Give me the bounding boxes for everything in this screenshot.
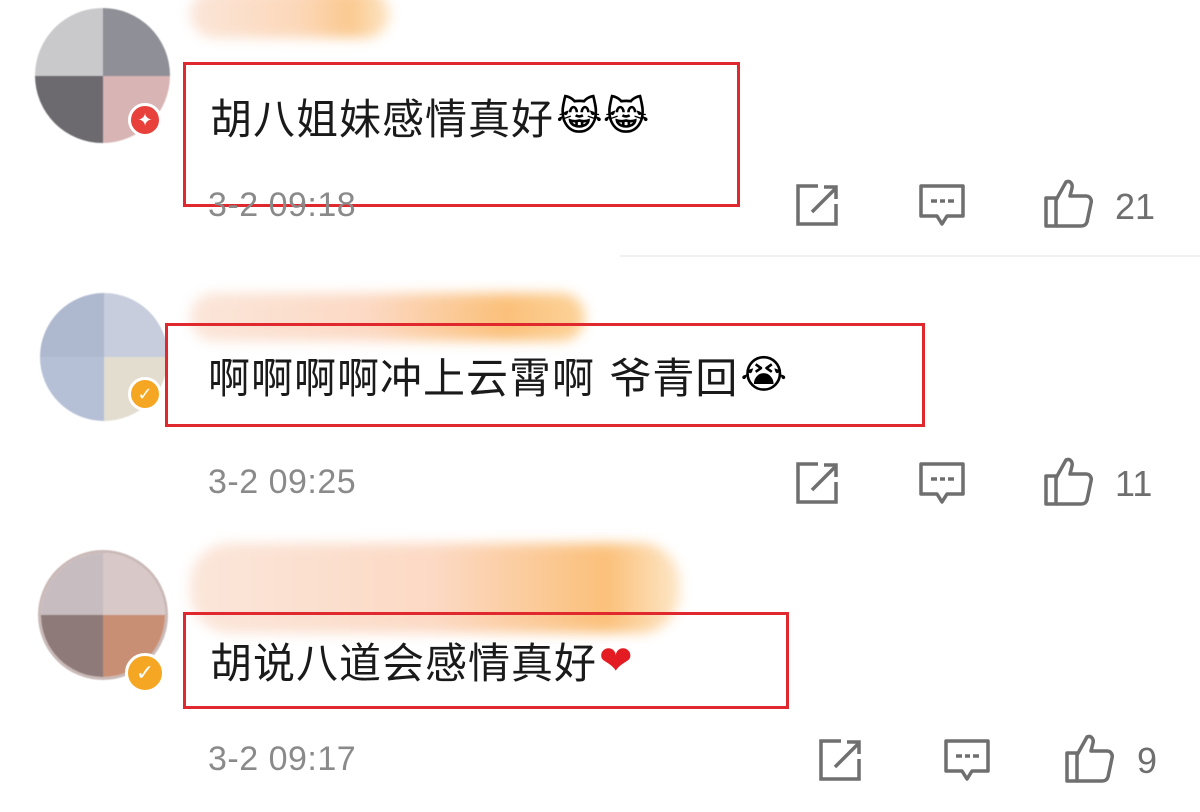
- thumbs-up-icon[interactable]: [1042, 454, 1096, 508]
- comment-item-1: ✦ 胡八姐妹感情真好 😹😹 3-2 09:18 21: [0, 0, 1200, 265]
- highlighted-comment-box: 啊啊啊啊冲上云霄啊 爷青回 😭: [165, 323, 925, 427]
- like-count: 11: [1115, 463, 1153, 504]
- comment-item-2: ✓ 啊啊啊啊冲上云霄啊 爷青回 😭 3-2 09:25 11: [0, 265, 1200, 535]
- heart-emoji-icon: ❤: [599, 637, 633, 684]
- comment-text: 啊啊啊啊冲上云霄啊 爷青回: [208, 353, 739, 403]
- comment-item-3: ✓ 胡说八道会感情真好 ❤ 3-2 09:17 9: [0, 535, 1200, 812]
- thumbs-up-icon[interactable]: [1042, 176, 1096, 230]
- username-redacted[interactable]: [190, 0, 390, 38]
- verified-badge-icon: ✓: [125, 653, 165, 693]
- highlighted-comment-box: 胡说八道会感情真好 ❤: [183, 612, 789, 709]
- divider: [620, 255, 1200, 257]
- comment-timestamp: 3-2 09:18: [208, 186, 357, 224]
- share-icon[interactable]: [792, 180, 842, 230]
- comment-timestamp: 3-2 09:25: [208, 463, 357, 501]
- like-count: 21: [1115, 186, 1156, 227]
- comment-icon[interactable]: [917, 180, 967, 230]
- comment-icon[interactable]: [942, 735, 992, 785]
- thumbs-up-icon[interactable]: [1063, 731, 1117, 785]
- like-count: 9: [1137, 740, 1158, 781]
- crying-emoji-icon: 😭: [740, 352, 788, 398]
- comment-timestamp: 3-2 09:17: [208, 740, 357, 778]
- share-icon[interactable]: [815, 735, 865, 785]
- comment-icon[interactable]: [917, 458, 967, 508]
- laughing-emoji-icon: 😹😹: [556, 93, 650, 140]
- comment-text: 胡八姐妹感情真好: [210, 95, 555, 144]
- comment-text: 胡说八道会感情真好: [210, 639, 598, 688]
- verified-badge-icon: ✦: [128, 103, 162, 137]
- share-icon[interactable]: [792, 458, 842, 508]
- verified-badge-icon: ✓: [128, 377, 162, 411]
